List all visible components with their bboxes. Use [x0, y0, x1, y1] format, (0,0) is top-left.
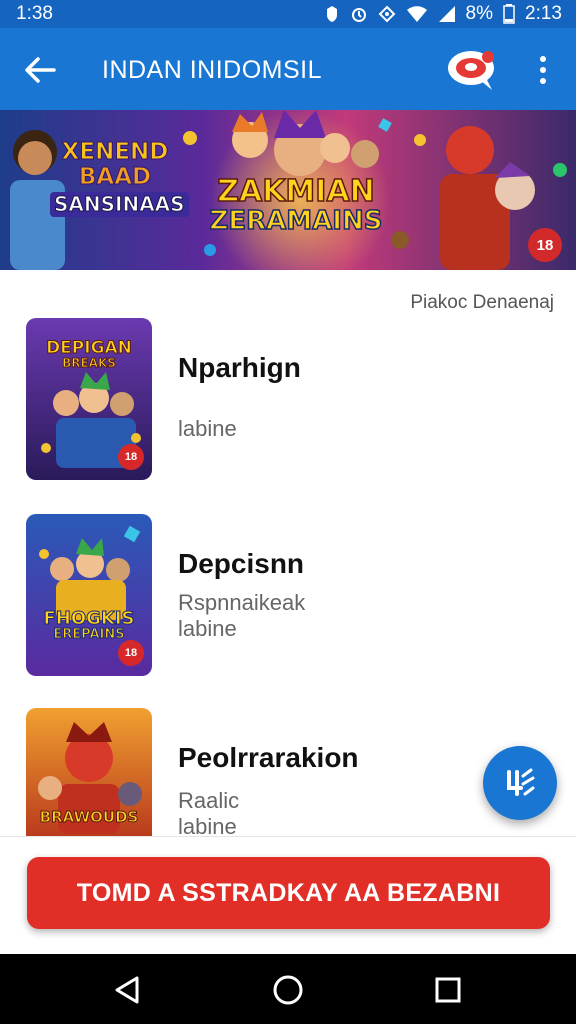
thumbnail-title-line: BREAKS — [62, 356, 117, 370]
banner-title-center: ZAKMIAN ZERAMAINS — [196, 174, 396, 236]
more-options-button[interactable] — [528, 50, 558, 90]
game-subtitle-line: Rspnnaikeak — [178, 590, 306, 615]
alarm-icon — [351, 8, 366, 22]
game-thumbnail: FHOGKIS EREPAINS 18 — [26, 514, 152, 676]
game-name: Nparhign — [178, 352, 301, 383]
recents-square-icon — [435, 977, 461, 1003]
age-rating-badge: 18 — [118, 444, 144, 470]
status-bar: 1:38 8% 2:13 — [0, 0, 576, 28]
chat-bubble-icon — [448, 51, 494, 90]
more-vert-icon — [540, 67, 546, 73]
more-vert-icon — [540, 78, 546, 84]
floating-action-button[interactable] — [483, 746, 557, 820]
nav-recents-button[interactable] — [428, 970, 468, 1010]
status-clock-right: 2:13 — [525, 3, 562, 24]
game-subtitle-line: Raalic — [178, 788, 240, 813]
battery-percent: 8% — [465, 3, 494, 24]
thumbnail-title-line: EREPAINS — [53, 627, 125, 642]
banner-title-left: XENEND BAAD SANSINAAS — [50, 139, 189, 218]
thumbnail-title-line: BRAWOUDS — [39, 808, 139, 826]
game-name: Peolrrarakion — [178, 742, 359, 773]
sort-label[interactable]: Piakoc Denaenaj — [410, 292, 554, 314]
banner-line: ZERAMAINS — [209, 205, 383, 236]
system-nav-bar — [0, 954, 576, 1024]
more-vert-icon — [540, 56, 546, 62]
data-saver-icon — [378, 5, 395, 23]
banner-line: SANSINAAS — [50, 191, 189, 218]
game-subtitle: Raalic labine — [178, 788, 239, 840]
game-name: Depcisnn — [178, 548, 305, 579]
cta-panel: TOMD A SSTRADKAY AA BEZABNI — [0, 836, 576, 954]
layers-icon — [507, 768, 535, 796]
arrow-left-icon — [25, 57, 56, 83]
thumbnail-title: DEPIGAN BREAKS — [26, 338, 152, 370]
home-circle-icon — [273, 975, 303, 1005]
nav-home-button[interactable] — [268, 970, 308, 1010]
sync-icon — [326, 6, 337, 22]
page-title: INDAN INIDOMSIL — [102, 56, 323, 84]
game-subtitle: labine — [178, 416, 237, 442]
battery-icon — [503, 4, 515, 24]
game-subtitle-line: labine — [178, 416, 237, 441]
promo-banner[interactable]: XENEND BAAD SANSINAAS ZAKMIAN ZERAMAINS … — [0, 110, 576, 270]
banner-line: BAAD — [78, 163, 152, 190]
status-icons: 8% 2:13 — [324, 3, 562, 25]
banner-line: XENEND — [61, 139, 169, 165]
status-time: 1:38 — [16, 3, 53, 24]
game-subtitle-line: labine — [178, 615, 237, 641]
game-thumbnail: DEPIGAN BREAKS 18 — [26, 318, 152, 480]
thumbnail-title: FHOGKIS EREPAINS — [26, 608, 152, 642]
thumbnail-title-line: DEPIGAN — [46, 338, 133, 358]
back-button[interactable] — [20, 50, 60, 90]
cta-button[interactable]: TOMD A SSTRADKAY AA BEZABNI — [27, 857, 550, 929]
banner-line: ZAKMIAN — [216, 174, 375, 209]
nav-back-button[interactable] — [108, 970, 148, 1010]
age-rating-badge: 18 — [118, 640, 144, 666]
thumbnail-title: BRAWOUDS — [26, 808, 152, 826]
age-rating-badge: 18 — [528, 228, 562, 262]
list-item[interactable]: DEPIGAN BREAKS 18 Nparhign labine — [0, 318, 576, 498]
wifi-icon — [406, 6, 427, 22]
chat-button[interactable] — [444, 48, 500, 92]
signal-icon — [438, 6, 455, 22]
back-triangle-icon — [115, 976, 139, 1004]
list-item[interactable]: FHOGKIS EREPAINS 18 Depcisnn Rspnnaikeak… — [0, 514, 576, 694]
app-bar: INDAN INIDOMSIL — [0, 28, 576, 110]
thumbnail-title-line: FHOGKIS — [43, 608, 135, 629]
game-subtitle: Rspnnaikeak labine — [178, 590, 305, 642]
